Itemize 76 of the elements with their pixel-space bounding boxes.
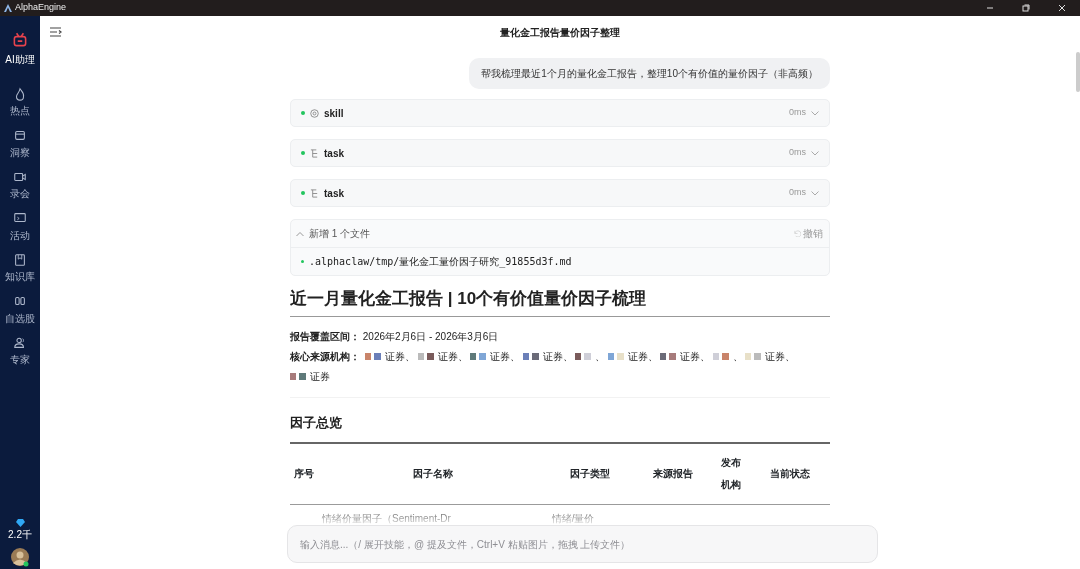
menu-icon[interactable] [50,27,62,37]
source-name: 证券、 [765,350,795,362]
hierarchy-icon [310,188,319,198]
step-label: task [324,146,344,161]
credits-count: 2.2千 [8,527,32,542]
chat-title: 量化金工报告量价因子整理 [499,25,621,40]
sidebar-item[interactable]: 洞察 [0,123,40,165]
column-header: 当前状态 [749,443,830,505]
source-name: 证券、 [437,350,468,362]
sidebar-item[interactable]: 热点 [0,81,40,123]
sidebar-item[interactable]: AI助理 [0,26,40,72]
close-icon[interactable] [1058,4,1066,13]
source-name: 证券、 [627,350,658,362]
sidebar-item[interactable]: 专家 [0,330,40,372]
step-card[interactable]: task 0ms [290,139,830,167]
step-duration: 0ms [789,146,806,160]
redacted-name-drawing [745,353,763,361]
bullet-dot [301,260,304,263]
column-header: 发布机构 [713,443,750,505]
source-name: 证券、 [680,350,710,362]
step-label: skill [324,106,344,121]
user-message: 帮我梳理最近1个月的量化金工报告，整理10个有价值的量价因子（非高频） [469,58,830,89]
column-header: 因子名称 [318,443,548,505]
column-header: 序号 [290,443,318,505]
step-card[interactable]: skill 0ms [290,99,830,127]
restore-icon[interactable] [1022,4,1030,13]
redacted-name-drawing [522,353,541,361]
column-header: 来源报告 [632,443,714,505]
source-name: 、 [595,350,605,362]
source-name: 证券、 [542,350,573,362]
step-label: task [324,186,344,201]
robot-icon [11,31,29,49]
app-logo-icon [2,3,13,13]
source-name: 、 [732,350,743,362]
step-card[interactable]: task 0ms [290,179,830,207]
table-cell: 情绪/量价 [551,513,595,524]
window-title: AlphaEngine [15,1,67,15]
table-cell: 情绪价量因子（Sentiment-Dr [322,513,451,524]
column-header: 因子类型 [547,443,633,505]
candlestick-icon [13,294,27,308]
period-value: 2026年2月6日 - 2026年3月6日 [362,330,499,342]
files-summary: 新增 1 个文件 [309,227,371,241]
hierarchy-icon [310,148,319,158]
flame-icon [13,86,27,101]
source-name: 证券、 [385,350,415,362]
sidebar-item[interactable]: 录会 [0,164,40,206]
people-icon [13,335,27,350]
redacted-name-drawing [365,353,383,361]
user-avatar[interactable] [10,546,30,567]
wallet-icon [13,128,27,142]
redacted-name-drawing [470,353,488,361]
redacted-name-drawing [660,353,678,361]
source-name: 证券 [310,370,330,382]
report-title: 近一月量化金工报告 | 10个有价值量价因子梳理 [290,286,830,317]
undo-icon [793,230,801,237]
sidebar-item[interactable]: 活动 [0,206,40,248]
redacted-name-drawing [712,353,731,361]
step-duration: 0ms [789,186,806,200]
sidebar-item[interactable]: 知识库 [0,247,40,289]
redacted-name-drawing [417,353,436,361]
sources-label: 核心来源机构： [290,350,360,362]
file-path[interactable]: .alphaclaw/tmp/量化金工量价因子研究_91855d3f.md [309,254,572,269]
diamond-icon [15,518,25,527]
sidebar-item[interactable]: 自选股 [0,289,40,331]
period-label: 报告覆盖区间： [290,330,360,342]
target-icon [310,108,319,118]
redacted-name-drawing [290,373,308,381]
redacted-name-drawing [607,353,626,361]
redacted-name-drawing [575,353,593,361]
scrollbar[interactable] [1076,52,1080,92]
section-heading: 因子总览 [290,413,343,432]
book-icon [13,252,27,267]
source-name: 证券、 [490,350,520,362]
monitor-icon [13,211,27,225]
message-input[interactable]: 输入消息...（/ 展开技能，@ 提及文件，Ctrl+V 粘贴图片，拖拽 上传文件） [287,525,878,563]
step-duration: 0ms [789,106,806,120]
